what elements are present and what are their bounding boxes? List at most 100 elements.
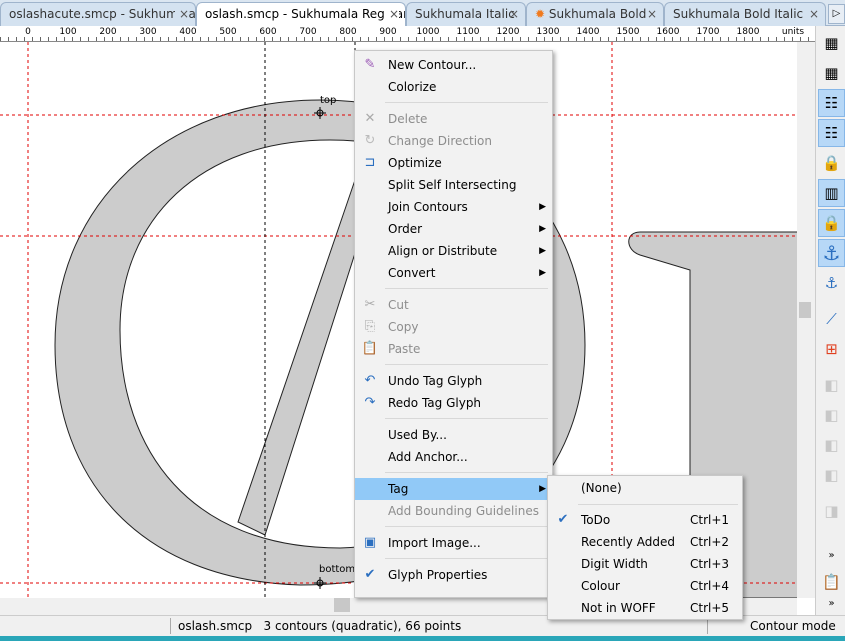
paste-icon: 📋 [361, 341, 379, 356]
tab-oslashacute[interactable]: oslashacute.smcp - Sukhumala Regular× [0, 2, 196, 26]
submenu-arrow-icon: ▶ [539, 202, 546, 212]
bottom-border [0, 636, 845, 641]
tab-label: Sukhumala Bold [548, 7, 647, 21]
node-tool-icon[interactable]: ⟋ [818, 305, 845, 333]
ruler-units: units [781, 27, 805, 37]
menu-item-change-direction[interactable]: ↻ Change Direction [355, 130, 552, 152]
ruler-tick-label: 800 [339, 27, 357, 37]
metrics-icon[interactable]: ⊞ [818, 335, 845, 363]
menu-item-label: Convert [388, 266, 436, 280]
tag-item-todo[interactable]: ✔ ToDo Ctrl+1 [548, 509, 742, 531]
menu-item-label: Recently Added [581, 535, 675, 549]
tab-label: oslashacute.smcp - Sukhumala Regular [9, 7, 196, 21]
menu-item-add-anchor[interactable]: Add Anchor... [355, 446, 552, 468]
menu-item-align-or-distribute[interactable]: Align or Distribute ▶ [355, 240, 552, 262]
chevron-down-icon[interactable]: » [818, 548, 845, 562]
send-back-icon[interactable]: ◧ [818, 461, 845, 489]
close-icon[interactable]: × [174, 7, 189, 21]
menu-item-label: Glyph Properties [388, 568, 488, 582]
lock-vertical-guides-icon[interactable]: 🔒 [818, 209, 845, 237]
right-toolbar: ▦ ▦ ☷ ☷ 🔒 ▥ 🔒 ⚓ ⚓ ⟋ ⊞ ◧ ◧ ◧ ◧ ◨ » 📋 » [815, 26, 845, 615]
optimize-icon: ⊐ [364, 155, 376, 170]
tag-item-none[interactable]: (None) [548, 477, 742, 499]
menu-item-label: Tag [388, 482, 409, 496]
menu-item-join-contours[interactable]: Join Contours ▶ [355, 196, 552, 218]
menu-item-label: Not in WOFF [581, 601, 656, 615]
ruler-tick-label: 1200 [496, 27, 520, 37]
menu-item-paste[interactable]: 📋 Paste [355, 338, 552, 360]
snap-guidelines-icon[interactable]: ☷ [818, 119, 845, 147]
menu-item-label: Import Image... [388, 536, 481, 550]
close-icon[interactable]: × [384, 7, 399, 21]
vertical-scrollbar[interactable] [797, 42, 815, 598]
scroll-thumb[interactable] [334, 598, 350, 612]
tab-sukhumala-bold-italic[interactable]: Sukhumala Bold Italic × [664, 2, 826, 26]
ruler-tick-label: 600 [259, 27, 277, 37]
close-icon[interactable]: × [809, 7, 819, 21]
clipboard-warning-icon[interactable]: 📋 [818, 568, 845, 596]
menu-item-new-contour[interactable]: ✎ New Contour... [355, 54, 552, 76]
menu-item-label: Add Anchor... [388, 450, 468, 464]
menu-item-label: ToDo [581, 513, 611, 527]
menu-item-glyph-properties[interactable]: ✔ Glyph Properties [355, 564, 552, 586]
menu-item-copy[interactable]: ⎘ Copy [355, 316, 552, 338]
menu-item-add-bounding-guidelines[interactable]: Add Bounding Guidelines [355, 500, 552, 522]
menu-item-redo-tag-glyph[interactable]: ↷ Redo Tag Glyph [355, 392, 552, 414]
menu-item-label: Order [388, 222, 423, 236]
tab-oslash-smcp[interactable]: oslash.smcp - Sukhumala Regular × [196, 2, 406, 27]
submenu-arrow-icon: ▶ [539, 224, 546, 234]
grid-icon[interactable]: ▦ [818, 29, 845, 57]
menu-item-import-image[interactable]: ▣ Import Image... [355, 532, 552, 554]
menu-item-undo-tag-glyph[interactable]: ↶ Undo Tag Glyph [355, 370, 552, 392]
tag-submenu: (None) ✔ ToDo Ctrl+1 Recently Added Ctrl+2 Dig… [547, 475, 743, 620]
tag-item-recently-added[interactable]: Recently Added Ctrl+2 [548, 531, 742, 553]
vertical-guides-icon[interactable]: ▥ [818, 179, 845, 207]
shortcut-label: Ctrl+5 [690, 601, 730, 615]
tag-item-colour[interactable]: Colour Ctrl+4 [548, 575, 742, 597]
bring-front-icon[interactable]: ◧ [818, 431, 845, 459]
move-icon[interactable]: ◨ [818, 497, 845, 525]
distribute-icon[interactable]: ◧ [818, 401, 845, 429]
ruler-tick-label: 1300 [536, 27, 560, 37]
tab-sukhumala-italic[interactable]: Sukhumala Italic × [406, 2, 526, 26]
tag-item-not-in-woff[interactable]: Not in WOFF Ctrl+5 [548, 597, 742, 619]
shortcut-label: Ctrl+1 [690, 513, 730, 527]
menu-separator [385, 526, 548, 527]
submenu-arrow-icon: ▶ [539, 268, 546, 278]
chevron-down-icon[interactable]: » [818, 596, 845, 610]
menu-item-label: Join Contours [388, 200, 468, 214]
menu-separator [385, 418, 548, 419]
menu-item-colorize[interactable]: Colorize [355, 76, 552, 98]
delete-x-icon: ✕ [364, 111, 376, 126]
menu-item-split-self-intersecting[interactable]: Split Self Intersecting [355, 174, 552, 196]
menu-item-convert[interactable]: Convert ▶ [355, 262, 552, 284]
menu-item-delete[interactable]: ✕ Delete [355, 108, 552, 130]
lock-anchors-icon[interactable]: ⚓ [818, 269, 845, 297]
anchor-icon[interactable]: ⚓ [818, 239, 845, 267]
close-icon[interactable]: × [647, 7, 657, 21]
ruler-tick-label: 500 [219, 27, 237, 37]
menu-item-label: Colour [581, 579, 620, 593]
menu-item-label: Align or Distribute [388, 244, 498, 258]
align-icon[interactable]: ◧ [818, 371, 845, 399]
tab-label: oslash.smcp - Sukhumala Regular [205, 7, 406, 21]
menu-item-optimize[interactable]: ⊐ Optimize [355, 152, 552, 174]
menu-item-used-by[interactable]: Used By... [355, 424, 552, 446]
menu-item-label: Copy [388, 320, 419, 334]
menu-separator [385, 364, 548, 365]
close-icon[interactable]: × [509, 7, 519, 21]
menu-item-tag[interactable]: Tag ▶ [355, 478, 552, 500]
menu-item-cut[interactable]: ✂ Cut [355, 294, 552, 316]
guidelines-icon[interactable]: ☷ [818, 89, 845, 117]
scroll-thumb[interactable] [799, 302, 811, 318]
tab-sukhumala-bold[interactable]: ✹ Sukhumala Bold × [526, 2, 664, 26]
tab-label: Sukhumala Bold Italic [673, 7, 804, 21]
redo-icon: ↷ [364, 395, 376, 410]
snap-grid-icon[interactable]: ▦ [818, 59, 845, 87]
tag-item-digit-width[interactable]: Digit Width Ctrl+3 [548, 553, 742, 575]
horizontal-ruler: 0 100 200 300 400 500 600 700 800 900 1000 1100 1200… [0, 26, 815, 42]
menu-separator [385, 288, 548, 289]
tab-scroll-right-button[interactable]: ▷ [828, 4, 845, 24]
lock-guidelines-icon[interactable]: 🔒 [818, 149, 845, 177]
menu-item-order[interactable]: Order ▶ [355, 218, 552, 240]
